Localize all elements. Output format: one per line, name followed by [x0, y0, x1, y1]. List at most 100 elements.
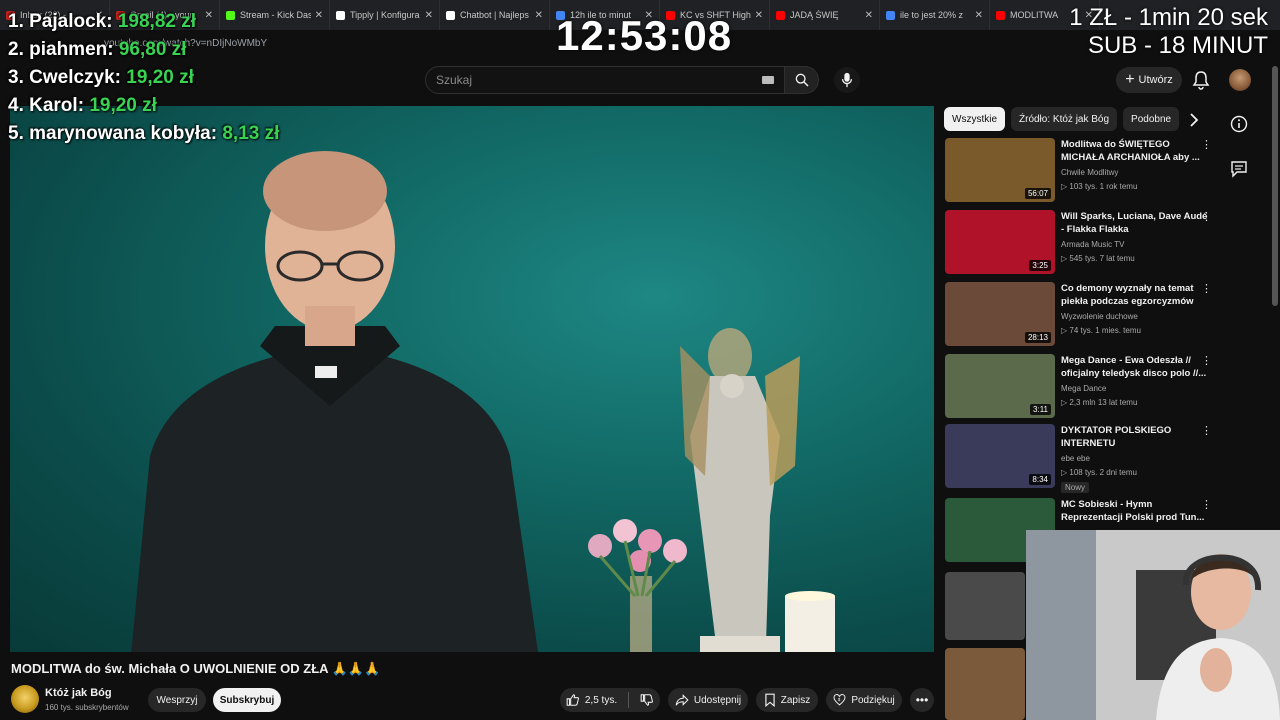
recommendation-title[interactable]: Co demony wyznały na temat piekła podcza…	[1061, 282, 1211, 308]
thanks-button[interactable]: $ Podziękuj	[826, 688, 902, 712]
bookmark-icon	[765, 693, 775, 707]
browser-tab[interactable]: Tipply | Konfigura ✕	[330, 0, 440, 30]
donor-row: 3. Cwelczyk: 19,20 zł	[8, 64, 279, 92]
video-thumbnail[interactable]: 3:25	[945, 210, 1055, 274]
recommendation-meta: ▷ 103 tys. 1 rok temu	[1061, 182, 1138, 191]
video-duration: 28:13	[1024, 332, 1051, 343]
plus-icon: +	[1125, 71, 1135, 88]
save-button[interactable]: Zapisz	[756, 688, 818, 712]
more-actions-button[interactable]: •••	[910, 688, 934, 712]
donor-amount: 19,20 zł	[126, 67, 194, 88]
donor-name: 3. Cwelczyk:	[8, 67, 121, 88]
recommendation-title[interactable]: Mega Dance - Ewa Odeszła // oficjalny te…	[1061, 354, 1211, 380]
user-avatar[interactable]	[1229, 69, 1251, 91]
browser-tab[interactable]: Chatbot | Najleps ✕	[440, 0, 550, 30]
recommendation-meta: ▷ 2,3 mln 13 lat temu	[1061, 398, 1138, 407]
video-thumbnail[interactable]: 56:07	[945, 138, 1055, 202]
video-thumbnail[interactable]	[945, 648, 1025, 720]
thumbs-down-icon[interactable]	[640, 693, 654, 707]
voice-search-button[interactable]	[834, 67, 860, 93]
subscribe-button[interactable]: Subskrybuj	[213, 688, 281, 712]
recommendation-channel[interactable]: Chwile Modlitwy	[1061, 168, 1118, 177]
close-tab-icon[interactable]: ✕	[865, 10, 873, 21]
filter-chip[interactable]: Wszystkie	[944, 107, 1005, 131]
donor-amount: 19,20 zł	[89, 95, 157, 116]
close-tab-icon[interactable]: ✕	[425, 10, 433, 21]
recommendation-item[interactable]: 28:13 Co demony wyznały na temat piekła p…	[945, 282, 1245, 350]
tab-label: ile to jest 20% z	[900, 10, 964, 20]
tab-favicon-icon	[446, 10, 455, 20]
tab-label: Chatbot | Najleps	[460, 10, 529, 20]
recommendation-title[interactable]: Modlitwa do ŚWIĘTEGO MICHAŁA ARCHANIOŁA …	[1061, 138, 1211, 164]
create-button[interactable]: + Utwórz	[1116, 67, 1182, 93]
donor-name: 5. marynowana kobyła:	[8, 123, 218, 144]
video-thumbnail[interactable]: 3:11	[945, 354, 1055, 418]
like-dislike-group[interactable]: 2,5 tys.	[560, 688, 660, 712]
share-label: Udostępnij	[693, 694, 742, 706]
more-options-icon[interactable]: ⋮	[1201, 426, 1213, 438]
thumbs-up-icon[interactable]	[566, 693, 580, 707]
video-thumbnail[interactable]: 28:13	[945, 282, 1055, 346]
stream-clock: 12:53:08	[556, 12, 733, 59]
recommendation-title[interactable]: DYKTATOR POLSKIEGO INTERNETU	[1061, 424, 1211, 450]
browser-tab[interactable]: ile to jest 20% z ✕	[880, 0, 990, 30]
channel-avatar[interactable]	[11, 685, 39, 713]
microphone-icon	[841, 72, 853, 88]
donor-amount: 8,13 zł	[222, 123, 280, 144]
recommendation-channel[interactable]: Wyzwolenie duchowe	[1061, 312, 1138, 321]
flower-vase	[588, 519, 687, 652]
recommendation-item[interactable]: 8:34 DYKTATOR POLSKIEGO INTERNETU ebe ebe ▷…	[945, 424, 1245, 493]
new-badge: Nowy	[1061, 482, 1090, 493]
share-icon	[675, 694, 689, 706]
more-options-icon[interactable]: ⋮	[1201, 140, 1213, 152]
thanks-icon: $	[833, 694, 846, 706]
video-duration: 3:25	[1029, 260, 1051, 271]
close-tab-icon[interactable]: ✕	[755, 10, 763, 21]
search-input[interactable]	[434, 72, 738, 88]
search-button[interactable]	[785, 66, 819, 94]
video-title: MODLITWA do św. Michała O UWOLNIENIE OD …	[11, 661, 381, 676]
donor-leaderboard: 1. Pajalock: 198,82 zł 2. piahmen: 96,80 …	[8, 8, 279, 148]
recommendation-channel[interactable]: ebe ebe	[1061, 454, 1090, 463]
close-tab-icon[interactable]: ✕	[315, 10, 323, 21]
video-player[interactable]	[10, 106, 934, 652]
close-tab-icon[interactable]: ✕	[975, 10, 983, 21]
tab-label: Tipply | Konfigura	[350, 10, 420, 20]
recommendation-title[interactable]: Will Sparks, Luciana, Dave Audé - Flakka…	[1061, 210, 1211, 236]
donor-name: 2. piahmen:	[8, 39, 114, 60]
more-options-icon[interactable]: ⋮	[1201, 356, 1213, 368]
close-tab-icon[interactable]: ✕	[535, 10, 543, 21]
donor-name: 4. Karol:	[8, 95, 85, 116]
keyboard-icon[interactable]	[762, 76, 774, 84]
more-options-icon[interactable]: ⋮	[1201, 212, 1213, 224]
donor-amount: 96,80 zł	[118, 39, 187, 60]
recommendation-title[interactable]: MC Sobieski - Hymn Reprezentacji Polski …	[1061, 498, 1211, 524]
recommendation-meta: ▷ 74 tys. 1 mies. temu	[1061, 326, 1141, 335]
search-box[interactable]	[425, 66, 785, 94]
filter-chips: Wszystkie Źródło: Któż jak Bóg Podobne	[944, 107, 1180, 131]
chevron-right-icon[interactable]	[1186, 112, 1202, 128]
video-thumbnail[interactable]: 8:34	[945, 424, 1055, 488]
video-duration: 56:07	[1024, 188, 1051, 199]
recommendation-item[interactable]: 3:11 Mega Dance - Ewa Odeszła // oficjaln…	[945, 354, 1245, 422]
more-options-icon[interactable]: ⋮	[1201, 500, 1213, 512]
recommendation-channel[interactable]: Mega Dance	[1061, 384, 1106, 393]
video-thumbnail[interactable]	[945, 572, 1025, 640]
channel-name[interactable]: Któż jak Bóg	[45, 687, 112, 699]
tab-label: JADĄ ŚWIĘ	[790, 10, 839, 20]
info-icon[interactable]	[1230, 115, 1248, 133]
subathon-timer: 1 ZŁ - 1min 20 sek SUB - 18 MINUT	[1069, 4, 1268, 60]
notifications-bell-icon[interactable]	[1192, 70, 1210, 90]
more-options-icon[interactable]: ⋮	[1201, 284, 1213, 296]
sidebar-scrollbar[interactable]	[1272, 66, 1278, 306]
recommendation-channel[interactable]: Armada Music TV	[1061, 240, 1124, 249]
like-count: 2,5 tys.	[584, 694, 618, 706]
webcam-scene	[1026, 530, 1280, 720]
browser-tab[interactable]: JADĄ ŚWIĘ ✕	[770, 0, 880, 30]
share-button[interactable]: Udostępnij	[668, 688, 748, 712]
filter-chip[interactable]: Podobne	[1123, 107, 1180, 131]
support-button[interactable]: Wesprzyj	[148, 688, 206, 712]
recommendation-item[interactable]: 56:07 Modlitwa do ŚWIĘTEGO MICHAŁA ARCHAN…	[945, 138, 1245, 206]
filter-chip[interactable]: Źródło: Któż jak Bóg	[1011, 107, 1118, 131]
recommendation-item[interactable]: 3:25 Will Sparks, Luciana, Dave Audé - Fl…	[945, 210, 1245, 278]
